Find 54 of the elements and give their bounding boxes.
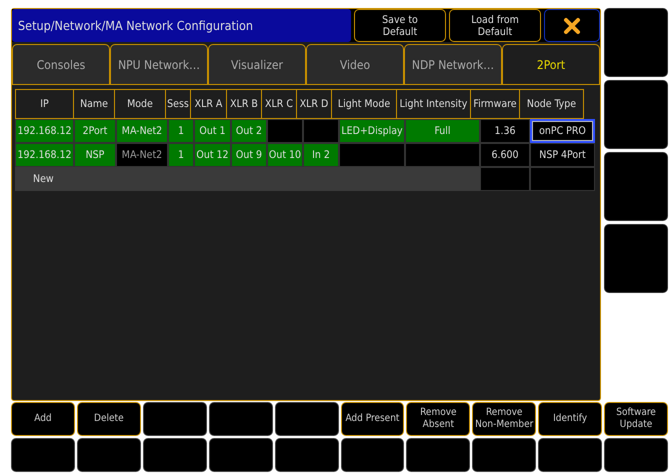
- table-cell: 2Port: [74, 119, 116, 143]
- new-row[interactable]: New: [15, 167, 480, 191]
- function-key[interactable]: [340, 438, 404, 472]
- column-header: Light Mode: [331, 89, 397, 119]
- table-cell: Out 1: [194, 119, 231, 143]
- table-cell: 1: [168, 119, 194, 143]
- column-header: XLR A: [190, 89, 227, 119]
- table-cell: NSP: [74, 143, 116, 167]
- column-header: IP: [15, 89, 74, 119]
- tab[interactable]: NDP Network…: [404, 44, 502, 84]
- function-key[interactable]: Delete: [76, 402, 141, 436]
- function-key[interactable]: Add Present: [340, 402, 404, 436]
- table-cell: MA-Net2: [116, 143, 168, 167]
- column-header: XLR B: [226, 89, 262, 119]
- table-cell: 192.168.12: [15, 143, 74, 167]
- tab[interactable]: 2Port: [502, 44, 600, 84]
- column-header: Sess: [165, 89, 191, 119]
- table-cell: Out 10: [267, 143, 303, 167]
- column-header: Light Intensity: [396, 89, 471, 119]
- table-cell: MA-Net2: [116, 119, 168, 143]
- function-key[interactable]: Remove Non-Member: [472, 402, 536, 436]
- column-header: Mode: [114, 89, 166, 119]
- column-header: Name: [73, 89, 115, 119]
- tab[interactable]: NPU Network…: [110, 44, 208, 84]
- table-cell: Out 12: [194, 143, 231, 167]
- table-cell: 1: [168, 143, 194, 167]
- column-header: XLR C: [261, 89, 297, 119]
- table-cell: In 2: [303, 143, 339, 167]
- column-header: Node Type: [519, 89, 584, 119]
- table-cell: Out 2: [231, 119, 267, 143]
- table-cell: 6.600: [480, 143, 530, 167]
- tab[interactable]: Consoles: [12, 44, 110, 84]
- function-key[interactable]: Remove Absent: [406, 402, 470, 436]
- function-key[interactable]: Identify: [538, 402, 602, 436]
- function-key[interactable]: Software Update: [604, 402, 668, 436]
- close-button[interactable]: [544, 9, 600, 42]
- header-button[interactable]: Load from Default: [449, 9, 541, 42]
- header-button[interactable]: Save to Default: [354, 9, 446, 42]
- table-cell: [480, 167, 530, 191]
- column-header: XLR D: [296, 89, 332, 119]
- window-title: Setup/Network/MA Network Configuration: [12, 9, 351, 42]
- table-cell: NSP 4Port: [530, 143, 595, 167]
- table-cell: 1.36: [480, 119, 530, 143]
- table-cell: 192.168.12: [15, 119, 74, 143]
- function-key[interactable]: Add: [11, 402, 75, 436]
- table-cell: LED+Display: [339, 119, 405, 143]
- table-cell: onPC PRO: [530, 119, 595, 143]
- table-cell: [530, 167, 595, 191]
- close-icon: [563, 16, 581, 34]
- column-header: Firmware: [470, 89, 520, 119]
- table-cell: Out 9: [231, 143, 267, 167]
- table-cell: Full: [405, 119, 480, 143]
- tab[interactable]: Visualizer: [208, 44, 306, 84]
- tab[interactable]: Video: [306, 44, 404, 84]
